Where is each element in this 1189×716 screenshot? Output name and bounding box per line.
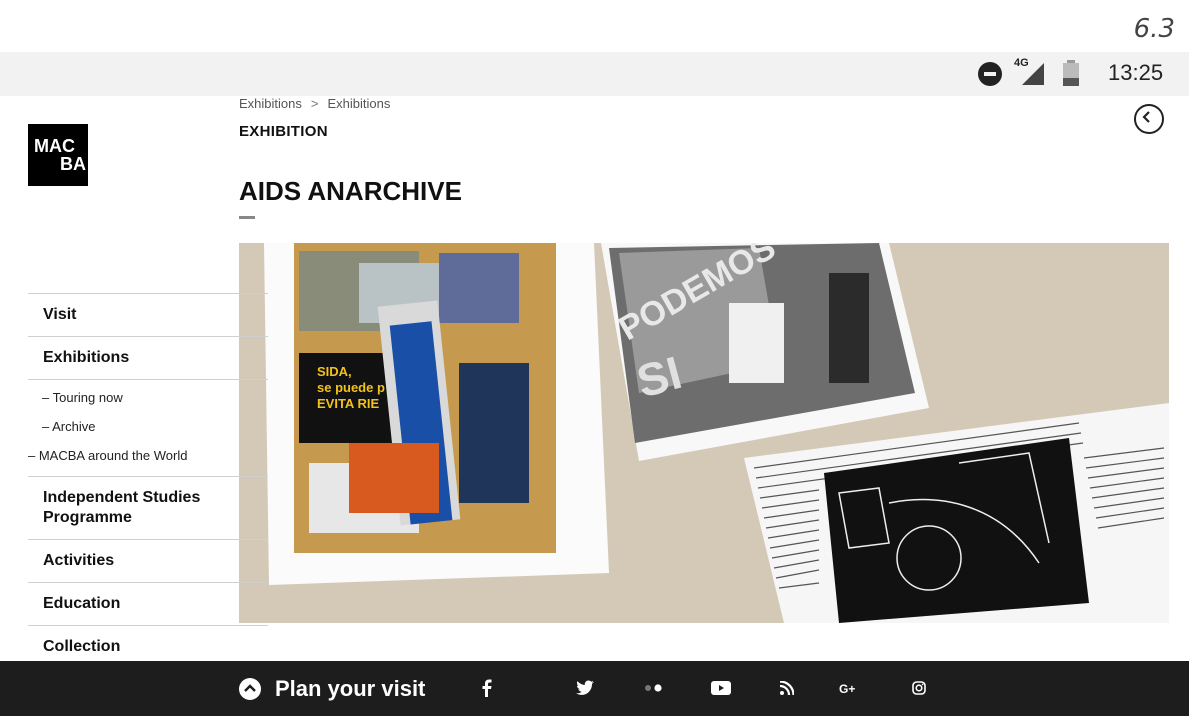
sidebar-subitem-macba-around-the-world[interactable]: – MACBA around the World [28,441,188,470]
flickr-icon[interactable] [643,676,665,700]
poster-line: EVITA RIE [317,396,379,411]
page-kicker: EXHIBITION [239,123,328,140]
poster-line: se puede p [317,380,385,395]
twitter-icon[interactable] [574,676,596,700]
facebook-icon[interactable] [480,676,494,700]
sidebar-item-visit[interactable]: Visit [28,293,268,336]
exhibition-photo: SIDA, se puede p EVITA RIE PODEMOS SI [239,243,1169,623]
breadcrumb-separator: > [310,96,319,111]
sidebar-item-exhibitions[interactable]: Exhibitions [28,336,268,379]
plan-your-visit-button[interactable]: Plan your visit [239,672,425,706]
sidebar-item-activities[interactable]: Activities [28,539,268,582]
plan-your-visit-label: Plan your visit [275,676,426,701]
macba-logo[interactable]: MAC BA [28,124,88,186]
sidebar-item-education[interactable]: Education [28,582,268,625]
google-plus-icon[interactable]: G+ [838,676,860,700]
sidebar-subitem-touring-now[interactable]: – Touring now [28,379,268,412]
sidebar-subitem-archive[interactable]: – Archive [28,412,268,441]
chevron-left-icon [1142,111,1150,123]
poster-line: SIDA, [317,364,352,379]
page-title: AIDS ANARCHIVE [239,176,462,206]
sidebar-item-collection[interactable]: Collection [28,625,268,661]
sidebar-item-independent-studies[interactable]: Independent Studies Programme [28,476,268,539]
svg-text:G+: G+ [839,682,855,694]
instagram-icon[interactable] [910,676,928,700]
rss-icon[interactable] [778,676,796,700]
chevron-up-icon [239,678,261,700]
youtube-icon[interactable] [710,676,732,700]
breadcrumb: Exhibitions > Exhibitions [239,96,390,111]
logo-line-2: BA [60,154,86,174]
signal-icon [1022,63,1044,85]
breadcrumb-item[interactable]: Exhibitions [239,96,302,111]
title-divider [239,216,255,219]
battery-icon [1063,60,1079,86]
status-time: 13:25 [1108,60,1164,85]
version-label: 6.3 [1133,14,1175,44]
back-button[interactable] [1134,104,1164,134]
breadcrumb-item[interactable]: Exhibitions [327,96,390,111]
status-bar [0,52,1189,96]
do-not-disturb-icon [978,62,1002,86]
hero-image: SIDA, se puede p EVITA RIE PODEMOS SI [239,243,1169,623]
